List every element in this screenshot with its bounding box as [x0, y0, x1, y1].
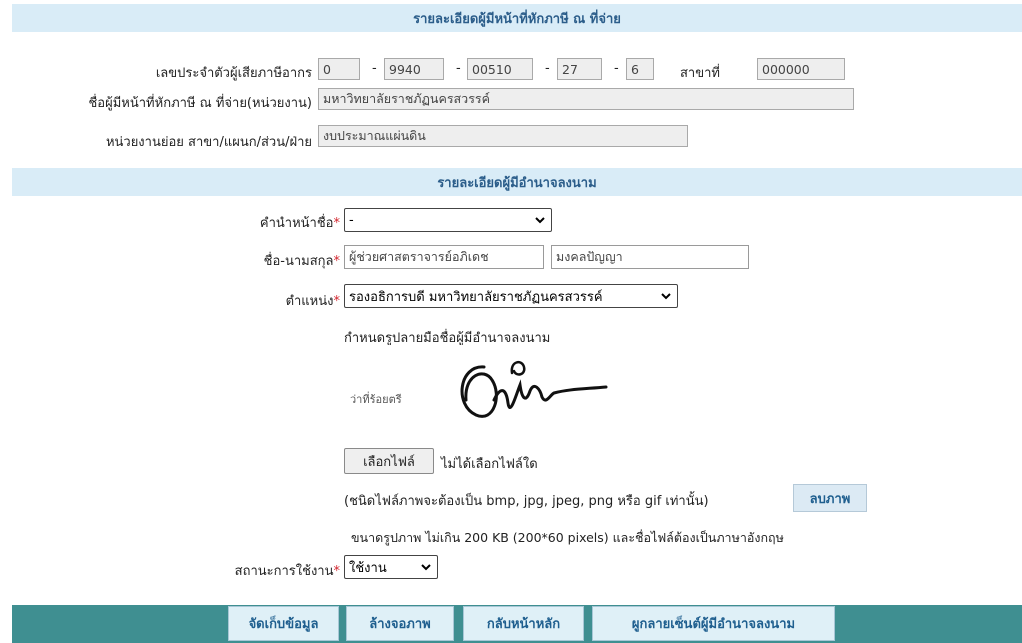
- prefix-selected-value: -: [349, 212, 354, 228]
- signature-drawing: [460, 360, 608, 418]
- branch-label: สาขาที่: [680, 66, 720, 81]
- subunit-label: หน่วยงานย่อย สาขา/แผนก/ส่วน/ฝ่าย: [105, 135, 312, 150]
- payer-name-label: ชื่อผู้มีหน้าที่หักภาษี ณ ที่จ่าย(หน่วยง…: [88, 96, 312, 111]
- first-name-input[interactable]: ผู้ช่วยศาสตราจารย์อภิเดช: [344, 245, 544, 269]
- status-select[interactable]: ใช้งาน: [344, 555, 438, 579]
- position-label-text: ตำแหน่ง: [285, 294, 334, 309]
- tax-id-label: เลขประจำตัวผู้เสียภาษีอากร: [155, 66, 312, 81]
- status-label-text: สถานะการใช้งาน: [234, 564, 334, 579]
- chevron-down-icon: [421, 564, 431, 571]
- tax-id-part-1: 0: [318, 58, 360, 80]
- subunit-field: งบประมาณแผ่นดิน: [318, 125, 688, 147]
- dash-4: -: [614, 61, 619, 76]
- signature-image: ว่าที่ร้อยตรี: [344, 345, 621, 435]
- position-selected-value: รองอธิการบดี มหาวิทยาลัยราชภัฏนครสวรรค์: [349, 289, 603, 305]
- required-mark: *: [333, 254, 341, 269]
- tax-id-part-5: 6: [626, 58, 654, 80]
- branch-field: 000000: [757, 58, 845, 80]
- save-button[interactable]: จัดเก็บข้อมูล: [228, 606, 339, 641]
- section-header-signer: รายละเอียดผู้มีอำนาจลงนาม: [12, 168, 1022, 196]
- dash-2: -: [456, 61, 461, 76]
- name-label-text: ชื่อ-นามสกุล: [263, 254, 334, 269]
- dash-1: -: [372, 61, 377, 76]
- status-label: สถานะการใช้งาน*: [150, 560, 340, 581]
- choose-file-button[interactable]: เลือกไฟล์: [344, 448, 434, 474]
- bind-signer-button[interactable]: ผูกลายเซ็นต์ผู้มีอำนาจลงนาม: [592, 606, 835, 641]
- position-select[interactable]: รองอธิการบดี มหาวิทยาลัยราชภัฏนครสวรรค์: [344, 284, 678, 308]
- status-selected-value: ใช้งาน: [349, 560, 387, 576]
- chevron-down-icon: [661, 293, 671, 300]
- required-mark: *: [333, 564, 341, 579]
- prefix-label: คำนำหน้าชื่อ*: [150, 212, 340, 233]
- no-file-text: ไม่ได้เลือกไฟล์ใด: [441, 457, 538, 472]
- name-label: ชื่อ-นามสกุล*: [150, 250, 340, 271]
- prefix-select[interactable]: -: [344, 208, 552, 232]
- section-header-payer: รายละเอียดผู้มีหน้าที่หักภาษี ณ ที่จ่าย: [12, 4, 1022, 32]
- chevron-down-icon: [535, 217, 545, 224]
- tax-id-part-2: 9940: [384, 58, 444, 80]
- file-types-note: (ชนิดไฟล์ภาพจะต้องเป็น bmp, jpg, jpeg, p…: [344, 494, 709, 509]
- position-label: ตำแหน่ง*: [150, 290, 340, 311]
- prefix-label-text: คำนำหน้าชื่อ: [259, 216, 334, 231]
- required-mark: *: [333, 216, 341, 231]
- required-mark: *: [333, 294, 341, 309]
- dash-3: -: [545, 61, 550, 76]
- clear-screen-button[interactable]: ล้างจอภาพ: [346, 606, 454, 641]
- delete-image-button[interactable]: ลบภาพ: [793, 484, 867, 512]
- payer-name-field: มหาวิทยาลัยราชภัฏนครสวรรค์: [318, 88, 854, 110]
- tax-id-part-3: 00510: [467, 58, 533, 80]
- back-home-button[interactable]: กลับหน้าหลัก: [463, 606, 584, 641]
- tax-id-part-4: 27: [557, 58, 602, 80]
- size-note: ขนาดรูปภาพ ไม่เกิน 200 KB (200*60 pixels…: [351, 530, 784, 545]
- last-name-input[interactable]: มงคลปัญญา: [551, 245, 749, 269]
